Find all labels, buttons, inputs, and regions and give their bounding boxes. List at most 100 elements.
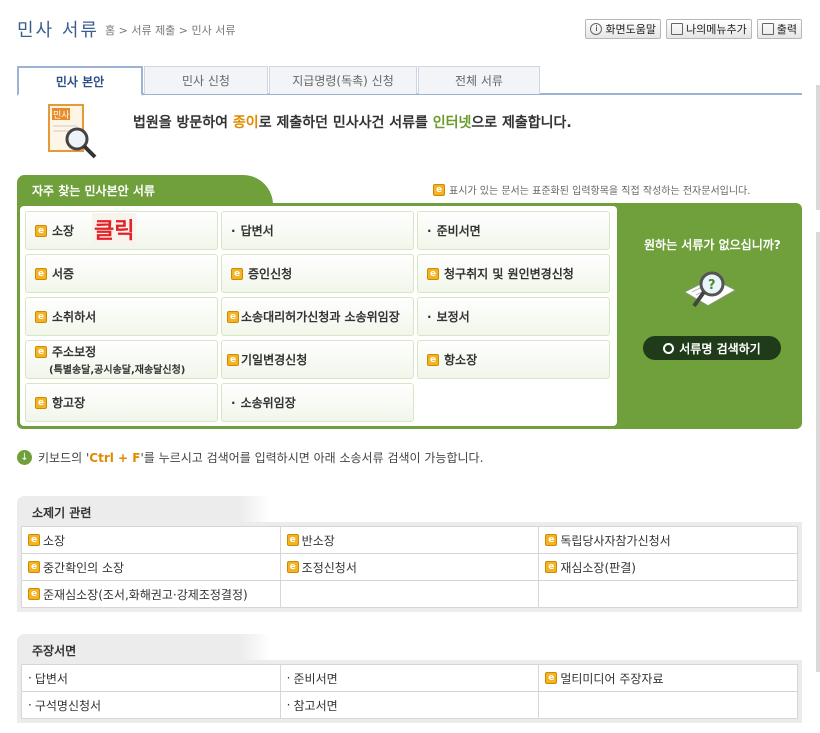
e-doc-icon: e xyxy=(231,267,243,280)
print-button-label: 출력 xyxy=(776,23,797,36)
item-label: 답변서 xyxy=(240,224,274,238)
add-my-menu-button[interactable]: 나의메뉴추가 xyxy=(666,19,752,39)
frequent-item-address-correction[interactable]: e 주소보정 (특별송달,공시송달,재송달신청) xyxy=(25,340,218,379)
section-heading-filing: 소제기 관련 xyxy=(17,496,802,524)
page-title: 민사 서류 xyxy=(17,20,99,41)
intro-part3: 으로 제출합니다. xyxy=(471,115,572,131)
doc-label: 소장 xyxy=(43,533,66,548)
tab-all-documents[interactable]: 전체 서류 xyxy=(418,66,540,94)
e-doc-icon: e xyxy=(545,534,558,546)
search-icon xyxy=(663,342,675,354)
item-label: 준비서면 xyxy=(436,224,481,238)
empty-cell xyxy=(538,691,798,719)
doc-link[interactable]: e 소장 xyxy=(21,526,281,554)
keyboard-search-hint: ↓ 키보드의 'Ctrl + F'를 누르시고 검색어를 입력하시면 아래 소송… xyxy=(17,449,483,466)
printer-icon xyxy=(761,23,774,35)
tab-civil-main[interactable]: 민사 본안 xyxy=(17,66,143,96)
item-label: 항고장 xyxy=(52,396,86,410)
e-doc-icon: e xyxy=(433,183,445,196)
tab-payment-order[interactable]: 지급명령(독촉) 신청 xyxy=(269,66,417,94)
bullet-icon: · xyxy=(28,698,32,712)
hint-text: 키보드의 'Ctrl + F'를 누르시고 검색어를 입력하시면 아래 소송서류… xyxy=(38,449,483,466)
click-annotation: 클릭 xyxy=(92,213,137,245)
doc-label: 독립당사자참가신청서 xyxy=(560,533,671,548)
frequent-item-claim-change[interactable]: e 청구취지 및 원인변경신청 xyxy=(417,254,610,293)
item-label: 주소보정 xyxy=(52,345,97,359)
search-button-label: 서류명 검색하기 xyxy=(679,341,761,356)
e-doc-legend-text: 표시가 있는 문서는 표준화된 입력항목을 직접 작성하는 전자문서입니다. xyxy=(449,186,751,197)
print-button[interactable]: 출력 xyxy=(756,19,802,39)
frequent-item-witness-application[interactable]: e 증인신청 xyxy=(221,254,414,293)
intro-part2: 로 제출하던 민사사건 서류를 xyxy=(258,115,433,131)
e-doc-icon: e xyxy=(28,534,40,546)
add-my-menu-label: 나의메뉴추가 xyxy=(686,23,747,36)
e-doc-legend: e 표시가 있는 문서는 표준화된 입력항목을 직접 작성하는 전자문서입니다. xyxy=(433,182,750,197)
frequent-item-withdrawal[interactable]: e 소취하서 xyxy=(25,297,218,336)
tab-bar: 민사 본안 민사 신청 지급명령(독촉) 신청 전체 서류 xyxy=(17,66,802,96)
hint-keys: Ctrl + F xyxy=(89,451,141,465)
doc-label: 조정신청서 xyxy=(301,560,357,575)
doc-link[interactable]: e 조정신청서 xyxy=(279,553,540,581)
intro-part1: 법원을 방문하여 xyxy=(133,115,233,131)
doc-link[interactable]: · 준비서면 xyxy=(279,664,540,692)
tab-civil-application[interactable]: 민사 신청 xyxy=(144,66,268,94)
e-doc-icon: e xyxy=(227,353,239,366)
item-label: 소송대리허가신청과 소송위임장 xyxy=(241,310,400,324)
doc-label: 반소장 xyxy=(301,533,335,548)
frequent-item-complaint-appeal[interactable]: e 항고장 xyxy=(25,383,218,422)
doc-label: 참고서면 xyxy=(293,698,338,713)
top-buttons: i 화면도움말 나의메뉴추가 출력 xyxy=(585,19,802,39)
frequent-item-appeal[interactable]: e 항소장 xyxy=(417,340,610,379)
e-doc-icon: e xyxy=(35,267,47,280)
e-doc-icon: e xyxy=(286,561,299,573)
doc-link[interactable]: e 반소장 xyxy=(279,526,540,554)
item-label: 서증 xyxy=(52,267,75,281)
e-doc-icon: e xyxy=(35,396,47,409)
doc-link[interactable]: · 참고서면 xyxy=(279,691,540,719)
e-doc-icon: e xyxy=(427,353,439,366)
frequent-docs-heading: 자주 찾는 민사본안 서류 xyxy=(17,175,273,205)
doc-label: 중간확인의 소장 xyxy=(43,560,125,575)
frequent-item-answer[interactable]: · 답변서 xyxy=(221,211,414,250)
doc-link[interactable]: e 준재심소장(조서,화해권고·강제조정결정) xyxy=(21,580,281,608)
frequent-item-documentary-evidence[interactable]: e 서증 xyxy=(25,254,218,293)
bullet-icon: · xyxy=(28,671,32,685)
e-doc-icon: e xyxy=(35,224,47,237)
e-doc-icon: e xyxy=(545,561,558,573)
doc-link[interactable]: e 독립당사자참가신청서 xyxy=(538,526,798,554)
e-doc-icon: e xyxy=(427,267,439,280)
search-document-name-button[interactable]: 서류명 검색하기 xyxy=(643,336,781,360)
e-doc-icon: e xyxy=(35,345,47,358)
empty-cell xyxy=(279,580,540,608)
info-icon: i xyxy=(590,23,603,35)
intro-paper: 종이 xyxy=(232,115,259,131)
frequent-item-correction[interactable]: · 보정서 xyxy=(417,297,610,336)
frequent-item-preparatory-brief[interactable]: · 준비서면 xyxy=(417,211,610,250)
bullet-icon: · xyxy=(231,395,236,410)
bullet-icon: · xyxy=(427,309,432,324)
item-label: 소송위임장 xyxy=(240,396,296,410)
document-search-icon: ? xyxy=(682,271,738,308)
doc-link[interactable]: · 구석명신청서 xyxy=(21,691,281,719)
doc-link[interactable]: e 재심소장(판결) xyxy=(538,553,798,581)
hint-after: '를 누르시고 검색어를 입력하시면 아래 소송서류 검색이 가능합니다. xyxy=(140,451,484,465)
doc-label: 답변서 xyxy=(34,671,68,686)
doc-link[interactable]: e 멀티미디어 주장자료 xyxy=(538,664,798,692)
help-button-label: 화면도움말 xyxy=(605,23,657,36)
hint-before: 키보드의 ' xyxy=(38,451,90,465)
e-doc-icon: e xyxy=(545,672,558,684)
page: 민사 서류 홈 > 서류 제출 > 민사 서류 i 화면도움말 나의메뉴추가 출… xyxy=(0,0,820,733)
frequent-item-power-of-attorney[interactable]: · 소송위임장 xyxy=(221,383,414,422)
doc-link[interactable]: · 답변서 xyxy=(21,664,281,692)
help-button[interactable]: i 화면도움말 xyxy=(585,19,662,39)
item-label: 청구취지 및 원인변경신청 xyxy=(444,267,574,281)
item-label: 항소장 xyxy=(444,353,478,367)
bullet-icon: · xyxy=(231,223,236,238)
doc-link[interactable]: e 중간확인의 소장 xyxy=(21,553,281,581)
frequent-item-date-change[interactable]: e 기일변경신청 xyxy=(221,340,414,379)
frequent-item-agent-permission[interactable]: e 소송대리허가신청과 소송위임장 xyxy=(221,297,414,336)
empty-cell xyxy=(538,580,798,608)
doc-label: 재심소장(판결) xyxy=(560,560,636,575)
e-doc-icon: e xyxy=(35,310,47,323)
e-doc-icon: e xyxy=(28,588,40,600)
